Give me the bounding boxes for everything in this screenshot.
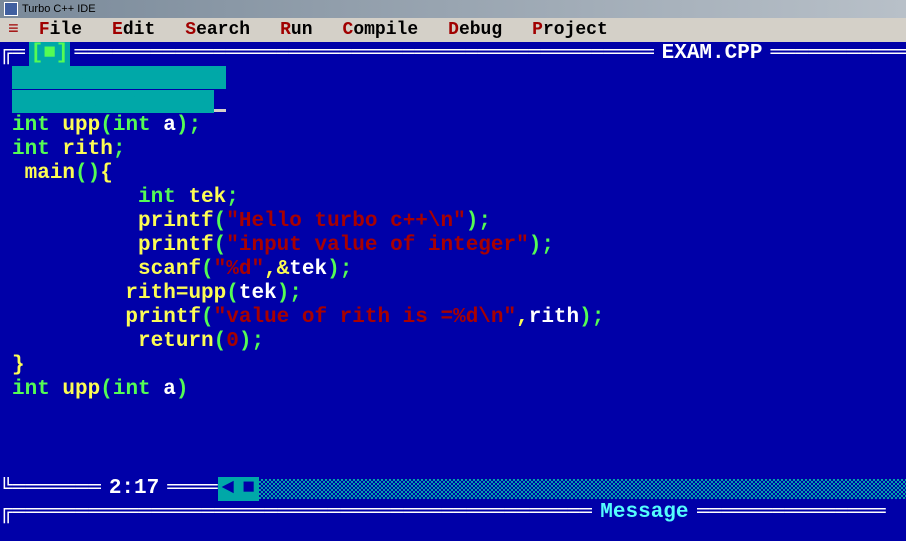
code-area[interactable]: #include<stdio.h> #include<math.h> int u…	[12, 66, 894, 402]
menu-run[interactable]: Run	[280, 20, 312, 40]
window-title: Turbo C++ IDE	[22, 3, 96, 15]
app-icon	[4, 2, 18, 16]
menu-bar: ≡ File Edit Search Run Compile Debug Pro…	[0, 18, 906, 42]
menu-file[interactable]: File	[39, 20, 82, 40]
code-line: int rith;	[12, 138, 894, 162]
code-line: rith=upp(tek);	[12, 282, 894, 306]
message-window[interactable]: ╔═══════════════════════════════════════…	[0, 501, 906, 541]
editor-filename: EXAM.CPP	[654, 42, 771, 66]
cursor-position: 2:17	[101, 477, 167, 501]
code-line: printf("Hello turbo c++\n");	[12, 210, 894, 234]
menu-edit[interactable]: Edit	[112, 20, 155, 40]
close-box-icon[interactable]: [■]	[29, 42, 71, 66]
scroll-left-icon[interactable]: ◄	[218, 477, 239, 501]
code-line: printf("input value of integer");	[12, 234, 894, 258]
code-line: main(){	[12, 162, 894, 186]
message-titlebar: ╔═══════════════════════════════════════…	[0, 501, 906, 524]
message-label: Message	[592, 501, 696, 524]
code-line: scanf("%d",&tek);	[12, 258, 894, 282]
scroll-thumb[interactable]: ■	[238, 477, 259, 501]
system-menu-icon[interactable]: ≡	[8, 20, 19, 40]
window-titlebar: Turbo C++ IDE	[0, 0, 906, 18]
code-line: #include<stdio.h>	[12, 66, 894, 90]
menu-compile[interactable]: Compile	[343, 20, 419, 40]
text-cursor	[214, 109, 226, 112]
code-line: #include<math.h>	[12, 90, 894, 114]
code-line: printf("value of rith is =%d\n",rith);	[12, 306, 894, 330]
menu-search[interactable]: Search	[185, 20, 250, 40]
horizontal-scrollbar[interactable]	[259, 479, 906, 499]
code-line: int upp(int a)	[12, 378, 894, 402]
editor-statusbar: ╚═══════ 2:17 ════ ◄ ■	[0, 477, 906, 501]
editor-window[interactable]: ╔═ [■] ═════════════════════════════════…	[0, 42, 906, 501]
menu-project[interactable]: Project	[532, 20, 608, 40]
code-line: int tek;	[12, 186, 894, 210]
editor-titlebar: ╔═ [■] ═════════════════════════════════…	[0, 42, 906, 66]
menu-debug[interactable]: Debug	[448, 20, 502, 40]
code-line: int upp(int a);	[12, 114, 894, 138]
code-line: }	[12, 354, 894, 378]
code-line: return(0);	[12, 330, 894, 354]
